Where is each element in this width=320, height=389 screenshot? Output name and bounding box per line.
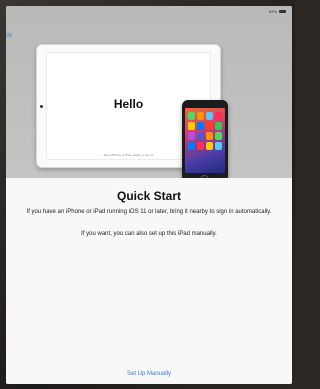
app-icon [215,112,222,120]
back-button[interactable]: ck [6,33,12,39]
status-bar: 83% [269,9,286,14]
app-icon [206,142,213,150]
app-icon [197,122,204,130]
illustration-area: 83% ck Hello Bring iPhone or iPad nearby… [6,6,292,182]
app-icon [197,112,204,120]
page-title: Quick Start [116,189,182,203]
set-up-manually-link[interactable]: Set Up Manually [6,371,292,377]
iphone-illustration [182,100,228,182]
app-icon [188,132,195,140]
app-icon [215,142,222,150]
app-icon [188,142,195,150]
manual-setup-hint: If you want, you can also set up this iP… [81,231,217,237]
ipad-camera [40,105,43,108]
app-icon [188,122,195,130]
app-icon [197,132,204,140]
app-icon [197,142,204,150]
quick-start-description: If you have an iPhone or iPad running iO… [26,209,272,215]
photo-background: 83% ck Hello Bring iPhone or iPad nearby… [0,0,295,389]
quick-start-card: Quick Start If you have an iPhone or iPa… [6,178,292,384]
app-icon [215,132,222,140]
app-icon [206,112,213,120]
battery-percent: 83% [268,9,277,14]
ipad-screen: 83% ck Hello Bring iPhone or iPad nearby… [6,6,292,384]
app-icon [188,112,195,120]
app-icon [206,132,213,140]
app-icon [215,122,222,130]
battery-icon [279,10,286,13]
iphone-home-screen [185,108,225,173]
app-icon [206,122,213,130]
